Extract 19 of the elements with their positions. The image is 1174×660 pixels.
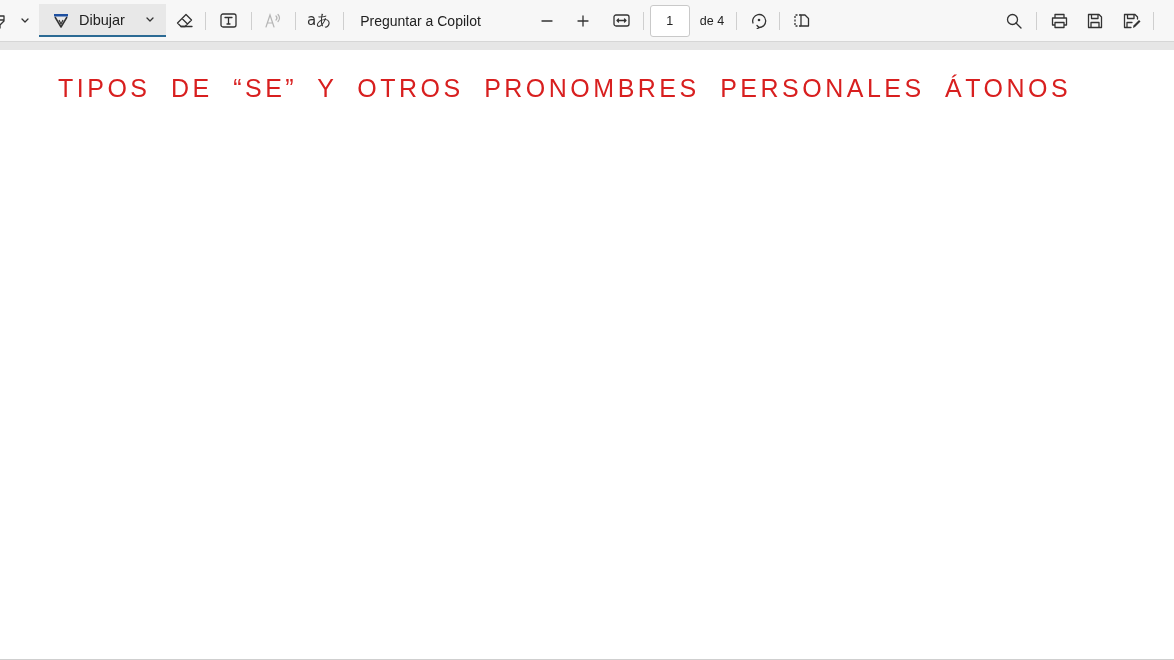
translate-button[interactable]: aあ [307, 11, 332, 30]
pen-icon [53, 11, 69, 28]
page-count: de 4 [699, 13, 725, 28]
draw-button[interactable]: Dibujar [39, 4, 166, 37]
save-icon[interactable] [1087, 12, 1103, 29]
page-number-field[interactable]: 1 [649, 4, 690, 37]
eraser-icon[interactable] [176, 13, 193, 28]
zoom-in-icon[interactable] [576, 14, 589, 27]
print-icon[interactable] [1051, 12, 1068, 29]
two-page-icon[interactable] [793, 13, 811, 28]
fit-width-icon[interactable] [612, 14, 630, 27]
text-box-icon[interactable] [220, 13, 237, 28]
caret-icon [146, 17, 154, 22]
ask-copilot-button[interactable]: Preguntar a Copilot [360, 12, 481, 29]
save-edit-icon[interactable] [1123, 12, 1141, 29]
caret-icon[interactable] [21, 18, 29, 23]
handwritten-title: TIPOS DE “SE” Y OTROS PRONOMBRES PERSONALES ÁTONOS [58, 73, 1072, 104]
rotate-icon[interactable] [750, 12, 768, 29]
search-icon[interactable] [1006, 12, 1022, 29]
